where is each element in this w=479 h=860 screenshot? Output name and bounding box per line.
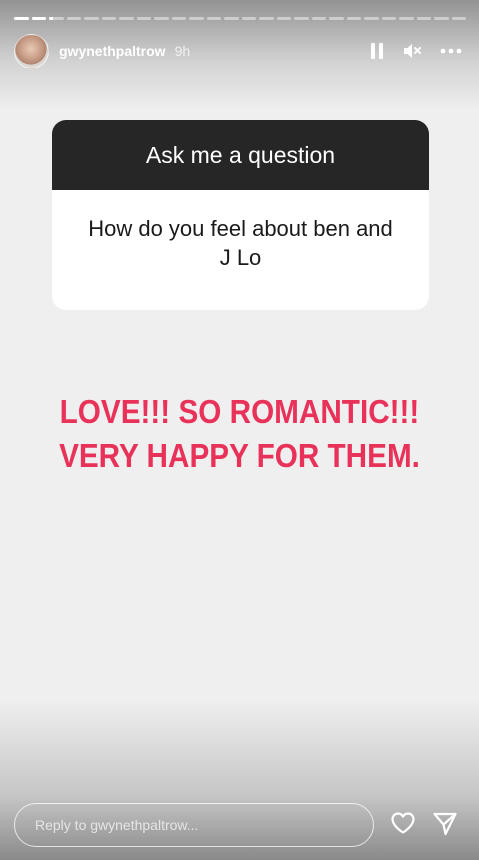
progress-segment (381, 17, 396, 20)
heart-icon[interactable] (390, 811, 416, 835)
answer-line-1: LOVE!!! SO ROMANTIC!!! (59, 393, 420, 430)
story-header: gwynethpaltrow 9h (14, 33, 466, 69)
progress-segment (119, 17, 134, 20)
progress-segment (364, 17, 379, 20)
progress-segment (206, 17, 221, 20)
post-time: 9h (174, 43, 191, 59)
progress-segment (259, 17, 274, 20)
pause-icon[interactable] (370, 42, 384, 60)
more-horizontal-icon[interactable] (440, 48, 462, 54)
progress-segment (49, 17, 64, 20)
progress-segment (66, 17, 81, 20)
story-viewer[interactable]: gwynethpaltrow 9h Ask me a question How … (0, 0, 479, 860)
progress-segment (434, 17, 449, 20)
speaker-muted-icon[interactable] (402, 42, 422, 60)
progress-segment (14, 17, 29, 20)
progress-segment (329, 17, 344, 20)
progress-segment (416, 17, 431, 20)
question-sticker-title: Ask me a question (145, 141, 336, 168)
answer-line-2: VERY HAPPY FOR THEM. (59, 437, 420, 474)
progress-segment (84, 17, 99, 20)
progress-segment (136, 17, 151, 20)
progress-segment (241, 17, 256, 20)
send-icon[interactable] (432, 811, 458, 837)
header-actions (370, 42, 466, 60)
avatar[interactable] (14, 33, 49, 69)
question-sticker-header: Ask me a question (52, 120, 429, 190)
reply-input[interactable]: Reply to gwynethpaltrow... (14, 803, 374, 847)
progress-segment-fill (31, 17, 46, 20)
progress-segment (399, 17, 414, 20)
progress-segment (171, 17, 186, 20)
reply-placeholder: Reply to gwynethpaltrow... (35, 817, 199, 833)
username[interactable]: gwynethpaltrow (59, 43, 166, 59)
question-sticker[interactable]: Ask me a question How do you feel about … (52, 120, 429, 310)
progress-segment (346, 17, 361, 20)
question-sticker-body: How do you feel about ben and J Lo (52, 190, 429, 310)
progress-segment-fill (49, 17, 54, 20)
progress-segment (276, 17, 291, 20)
progress-segment (154, 17, 169, 20)
question-text: How do you feel about ben and J Lo (88, 216, 393, 270)
progress-segment (451, 17, 466, 20)
progress-segment (31, 17, 46, 20)
answer-text: LOVE!!! SO ROMANTIC!!! VERY HAPPY FOR TH… (42, 390, 437, 478)
progress-segment (189, 17, 204, 20)
progress-segment (224, 17, 239, 20)
story-progress-bar (14, 17, 466, 20)
progress-segment (101, 17, 116, 20)
progress-segment (294, 17, 309, 20)
progress-segment-fill (14, 17, 29, 20)
progress-segment (311, 17, 326, 20)
